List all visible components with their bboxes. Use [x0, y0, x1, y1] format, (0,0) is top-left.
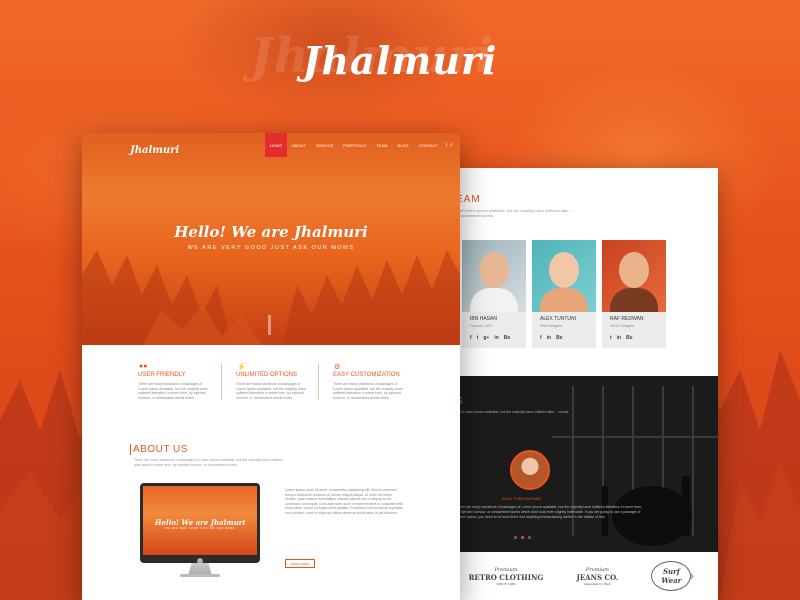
behance-icon[interactable]: Be [626, 335, 632, 341]
nav-item-contact[interactable]: CONTACT [414, 133, 443, 157]
client-logos: Premium RETRO CLOTHING SINCE 1983 Premiu… [452, 552, 718, 600]
slider-dot-active[interactable] [521, 536, 524, 539]
linkedin-icon[interactable]: in [617, 335, 621, 341]
slider-dot[interactable] [514, 536, 517, 539]
facebook-icon[interactable]: f [540, 335, 542, 341]
team-member-role: Print Designer [540, 324, 563, 328]
airport-backdrop [452, 376, 718, 552]
feature-title: USER FRIENDLY [138, 372, 186, 378]
team-card[interactable]: RAF REDWAN UI/UX Designer t in Be [602, 240, 666, 348]
feature-text: There are many variations of passages of… [236, 382, 306, 400]
features-row: ●● USER FRIENDLY There are many variatio… [124, 363, 415, 400]
nav-item-home[interactable]: HOME [265, 133, 287, 157]
nav-item-portfolio[interactable]: PORTFOLIO [338, 133, 371, 157]
social-links: f t g+ in Be [470, 335, 522, 344]
team-member-role: Founder, CEO [470, 324, 493, 328]
slider-dots [514, 536, 531, 539]
about-section-title: ABOUT US [130, 444, 188, 455]
nav-item-blog[interactable]: BLOG [392, 133, 413, 157]
team-photo [462, 240, 526, 312]
mini-hero-tagline: WE ARE VERY GOOD JUST ASK OUR MOMS [165, 527, 235, 530]
chevron-right-icon[interactable]: › [689, 567, 694, 583]
twitter-icon[interactable]: t [477, 335, 479, 341]
linkedin-icon[interactable]: in [547, 335, 551, 341]
left-page-mockup: Jhalmuri HOME ABOUT SERVICE PORTFOLIO TE… [82, 133, 460, 600]
imac-foot [180, 574, 220, 577]
social-links: f in Be [540, 335, 592, 344]
hero-headline: Hello! We are Jhalmuri [174, 223, 368, 241]
client-logo: Premium RETRO CLOTHING SINCE 1983 [468, 566, 544, 586]
client-logo: Surf Wear [651, 561, 692, 591]
team-photo [532, 240, 596, 312]
imac-screen: Hello! We are Jhalmuri WE ARE VERY GOOD … [140, 483, 260, 563]
nav-divider: | [445, 142, 447, 148]
testimonial-author: ALEX TUNTUNI RAM [502, 496, 541, 501]
testimonial-quote: There are many variations of passages of… [456, 505, 643, 519]
feature-card: ●● USER FRIENDLY There are many variatio… [124, 363, 221, 400]
team-member-name: ALEX TUNTUNI [540, 316, 577, 322]
users-icon: ●● [139, 363, 148, 370]
slider-dot[interactable] [528, 536, 531, 539]
team-section-subtitle: …of Lorem Ipsum available, but the major… [456, 208, 574, 218]
bolt-icon: ⚡ [237, 364, 246, 371]
testimonial-section-subtitle: …of Lorem Ipsum available, but the major… [456, 410, 569, 414]
gears-icon: ⚙ [334, 364, 341, 371]
nav-item-about[interactable]: ABOUT [287, 133, 311, 157]
testimonial-section: S …of Lorem Ipsum available, but the maj… [452, 376, 718, 552]
main-title: Jhalmuri [302, 38, 498, 83]
twitter-icon[interactable]: t [610, 335, 612, 341]
feature-card: ⚙ EASY CUSTOMIZATION There are many vari… [318, 363, 415, 400]
read-more-button[interactable]: READ MORE [285, 559, 315, 568]
feature-title: UNLIMITED OPTIONS [236, 372, 298, 378]
team-cards: IBN HASAN Founder, CEO f t g+ in Be ALEX… [462, 240, 666, 348]
hero-tagline: WE ARE VERY GOOD JUST ASK OUR MOMS [187, 245, 355, 251]
team-card[interactable]: IBN HASAN Founder, CEO f t g+ in Be [462, 240, 526, 348]
mini-hero-headline: Hello! We are Jhalmuri [154, 518, 246, 527]
nav-item-service[interactable]: SERVICE [311, 133, 339, 157]
client-logo: Premium JEANS CO. Designed by Web [576, 566, 619, 586]
site-logo[interactable]: Jhalmuri [130, 145, 179, 156]
team-member-name: IBN HASAN [470, 316, 497, 322]
right-page-mockup: EAM …of Lorem Ipsum available, but the m… [452, 168, 718, 600]
behance-icon[interactable]: Be [556, 335, 562, 341]
hero-section: Jhalmuri HOME ABOUT SERVICE PORTFOLIO TE… [82, 133, 460, 345]
imac-mockup: Hello! We are Jhalmuri WE ARE VERY GOOD … [140, 483, 260, 579]
avatar [510, 450, 550, 490]
search-icon[interactable]: ⌕ [450, 142, 453, 148]
behance-icon[interactable]: Be [504, 335, 510, 341]
linkedin-icon[interactable]: in [494, 335, 498, 341]
social-links: t in Be [610, 335, 662, 344]
team-member-name: RAF REDWAN [610, 316, 644, 322]
team-member-role: UI/UX Designer [610, 324, 635, 328]
feature-text: There are many variations of passages of… [333, 382, 403, 400]
main-nav: HOME ABOUT SERVICE PORTFOLIO TEAM BLOG C… [265, 133, 453, 157]
google-plus-icon[interactable]: g+ [483, 335, 489, 341]
feature-title: EASY CUSTOMIZATION [333, 372, 400, 378]
feature-text: There are many variations of passages of… [138, 382, 208, 400]
team-photo [602, 240, 666, 312]
feature-card: ⚡ UNLIMITED OPTIONS There are many varia… [221, 363, 318, 400]
about-text: Lorem ipsum dolor sit amet, consectetur … [285, 488, 403, 515]
facebook-icon[interactable]: f [470, 335, 472, 341]
nav-item-team[interactable]: TEAM [371, 133, 392, 157]
about-section-subtitle: There are many variations of passages of… [134, 458, 283, 467]
team-card[interactable]: ALEX TUNTUNI Print Designer f in Be [532, 240, 596, 348]
